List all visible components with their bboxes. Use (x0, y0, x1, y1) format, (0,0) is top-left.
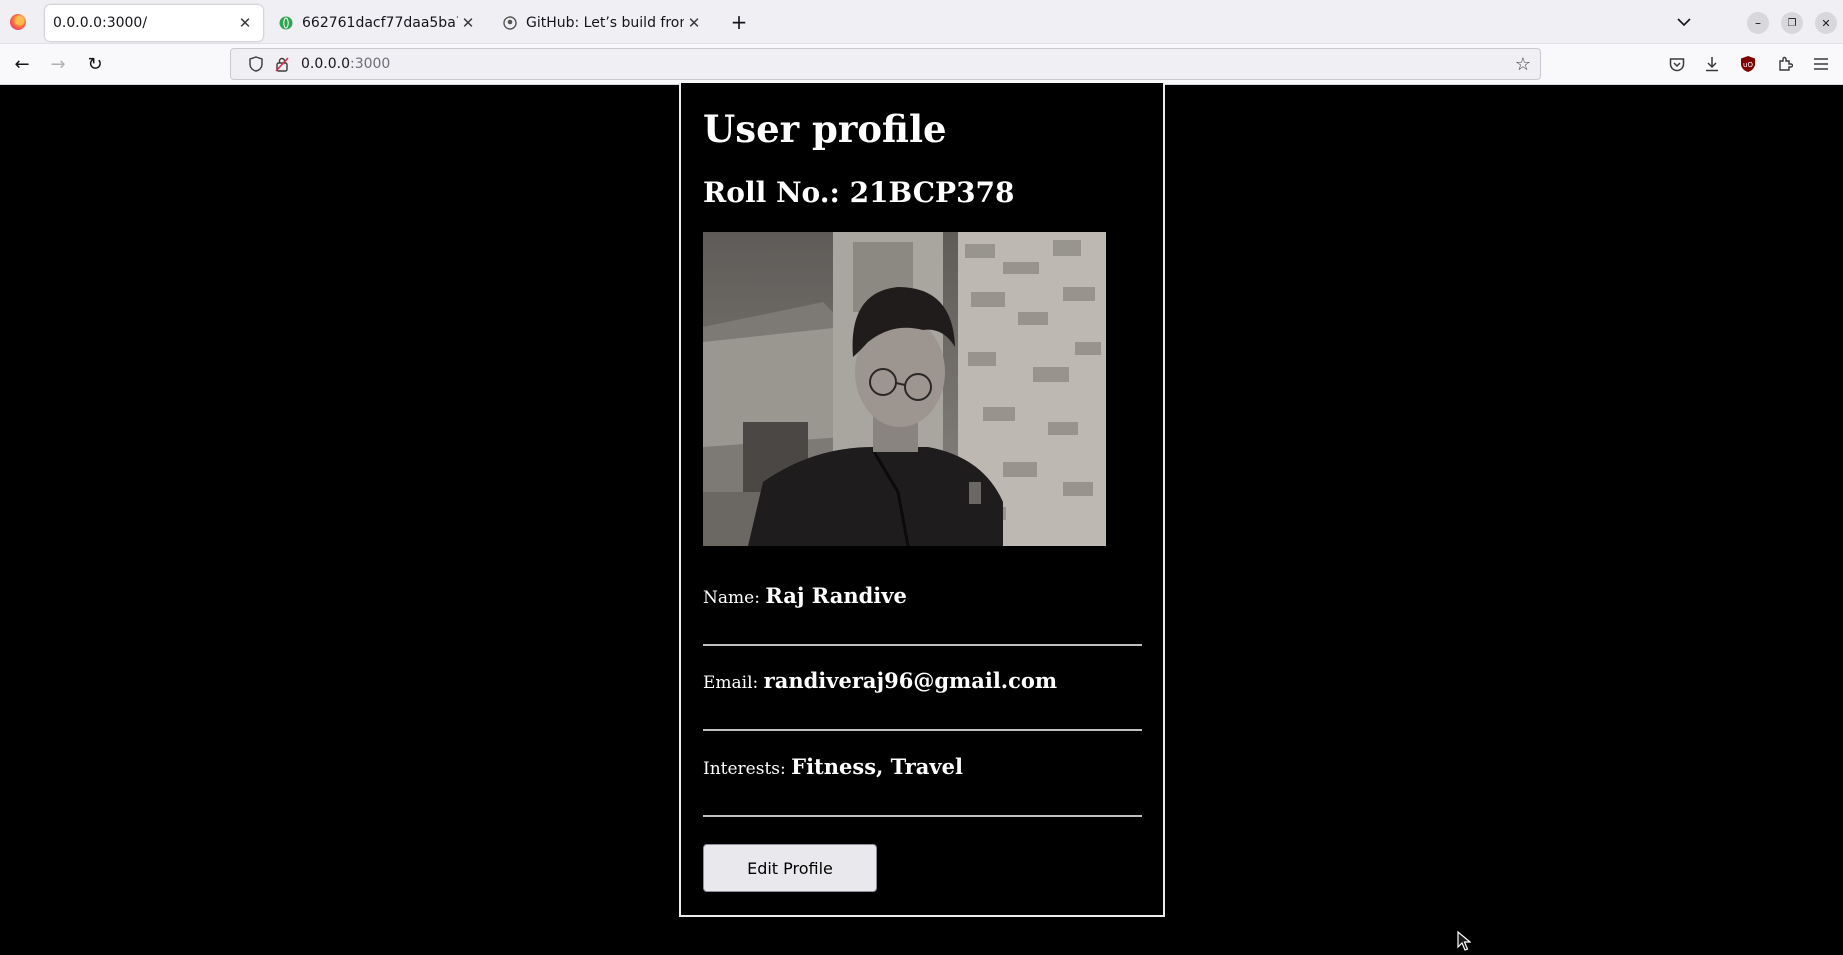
mouse-cursor-icon (1457, 930, 1472, 955)
edit-profile-button[interactable]: Edit Profile (703, 844, 877, 892)
ublock-icon[interactable]: uO (1734, 50, 1762, 78)
reload-icon[interactable]: ↻ (81, 50, 109, 78)
name-field: Name: Raj Randive (703, 583, 1142, 646)
extensions-icon[interactable] (1771, 50, 1799, 78)
window-close-icon[interactable]: ✕ (1815, 12, 1837, 34)
page-title: User profile (703, 107, 947, 151)
pocket-icon[interactable] (1663, 50, 1691, 78)
interests-field: Interests: Fitness, Travel (703, 754, 1142, 817)
tab-title: 662761dacf77daa5ba795 (302, 15, 458, 31)
github-icon (502, 15, 518, 31)
nav-bar: ← → ↻ 0.0.0.0:3000 ☆ uO (0, 44, 1843, 85)
profile-photo (703, 232, 1106, 546)
menu-icon[interactable] (1807, 50, 1835, 78)
roll-number: Roll No.: 21BCP378 (703, 176, 1015, 209)
tab-github[interactable]: GitHub: Let’s build from h ✕ (496, 5, 710, 41)
email-field: Email: randiveraj96@gmail.com (703, 668, 1142, 731)
svg-text:uO: uO (1743, 61, 1753, 69)
minimize-icon[interactable]: – (1747, 12, 1769, 34)
close-icon[interactable]: ✕ (458, 14, 478, 32)
address-bar[interactable]: 0.0.0.0:3000 ☆ (230, 48, 1541, 80)
list-all-tabs-icon[interactable] (1670, 8, 1698, 36)
interests-label: Interests: (703, 759, 792, 779)
tab-title: 0.0.0.0:3000/ (53, 15, 148, 31)
forward-icon[interactable]: → (44, 50, 72, 78)
tab-bar: 0.0.0.0:3000/ ✕ 662761dacf77daa5ba795 ✕ … (0, 0, 1843, 44)
shield-icon[interactable] (243, 56, 269, 72)
green-globe-icon (278, 15, 294, 31)
close-icon[interactable]: ✕ (684, 14, 704, 32)
download-icon[interactable] (1698, 50, 1726, 78)
tab-title: GitHub: Let’s build from h (526, 15, 684, 31)
firefox-icon (10, 14, 26, 30)
name-label: Name: (703, 588, 766, 608)
interests-value: Fitness, Travel (791, 754, 963, 779)
insecure-lock-icon[interactable] (269, 56, 295, 72)
profile-card: User profile Roll No.: 21BCP378 Name: Ra… (679, 83, 1165, 917)
url-port: :3000 (349, 56, 391, 72)
bookmark-star-icon[interactable]: ☆ (1506, 54, 1540, 75)
tab-hash[interactable]: 662761dacf77daa5ba795 ✕ (272, 5, 484, 41)
close-icon[interactable]: ✕ (235, 14, 255, 32)
back-icon[interactable]: ← (8, 50, 36, 78)
name-value: Raj Randive (765, 583, 907, 608)
url-host: 0.0.0.0 (301, 56, 350, 72)
new-tab-icon[interactable]: + (726, 8, 752, 36)
page-viewport: User profile Roll No.: 21BCP378 Name: Ra… (0, 83, 1843, 951)
email-label: Email: (703, 673, 764, 693)
restore-icon[interactable]: ❐ (1781, 12, 1803, 34)
email-value: randiveraj96@gmail.com (763, 668, 1058, 693)
tab-localhost[interactable]: 0.0.0.0:3000/ ✕ (45, 5, 263, 41)
